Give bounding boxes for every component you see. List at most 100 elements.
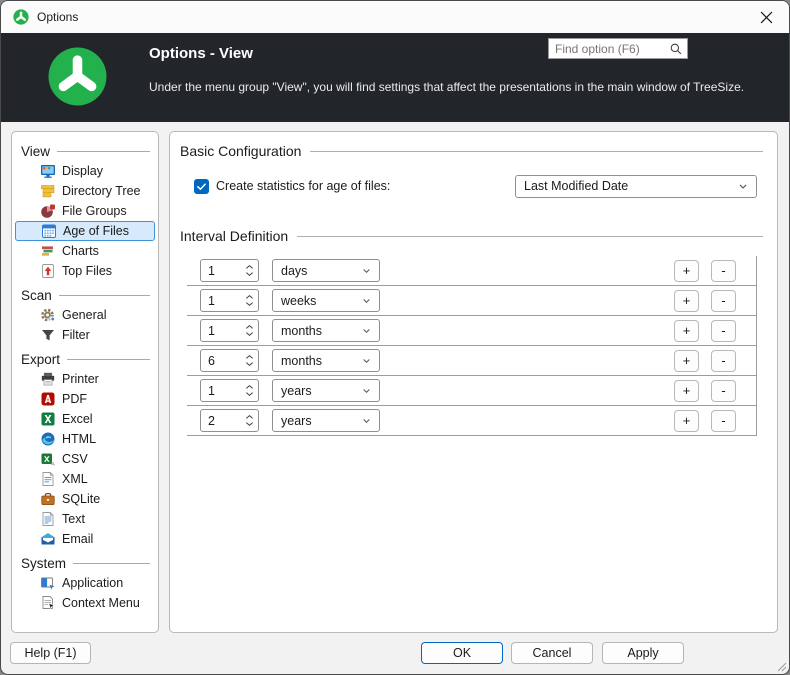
interval-row: weeks + - <box>187 286 756 316</box>
interval-unit-select[interactable]: years <box>272 409 380 432</box>
interval-value-spinner[interactable] <box>200 349 259 372</box>
create-statistics-checkbox[interactable] <box>194 179 209 194</box>
html-edge-icon <box>40 431 56 447</box>
interval-value-input[interactable] <box>201 264 235 278</box>
age-statistics-row: Create statistics for age of files: Last… <box>194 174 757 198</box>
interval-value-spinner[interactable] <box>200 319 259 342</box>
sidebar-item-file-groups[interactable]: File Groups <box>12 201 158 221</box>
text-file-icon <box>40 511 56 527</box>
add-interval-button[interactable]: + <box>674 260 699 282</box>
spinner-arrows-icon[interactable] <box>245 414 254 427</box>
interval-value-spinner[interactable] <box>200 289 259 312</box>
sidebar-item-context-menu[interactable]: Context Menu <box>12 593 158 613</box>
sidebar-item-label: Text <box>62 512 85 526</box>
sidebar-item-label: Display <box>62 164 103 178</box>
pdf-icon <box>40 391 56 407</box>
interval-row: years + - <box>187 376 756 406</box>
ok-button[interactable]: OK <box>421 642 503 664</box>
sidebar-item-filter[interactable]: Filter <box>12 325 158 345</box>
sidebar-item-label: Age of Files <box>63 224 129 238</box>
interval-value-spinner[interactable] <box>200 259 259 282</box>
page-title: Options - View <box>149 45 253 62</box>
search-icon <box>669 42 683 56</box>
sidebar-item-text[interactable]: Text <box>12 509 158 529</box>
remove-interval-button[interactable]: - <box>711 350 736 372</box>
sidebar-item-display[interactable]: Display <box>12 161 158 181</box>
interval-unit-select[interactable]: years <box>272 379 380 402</box>
apply-button[interactable]: Apply <box>602 642 684 664</box>
spinner-arrows-icon[interactable] <box>245 384 254 397</box>
interval-value-input[interactable] <box>201 354 235 368</box>
age-of-files-icon <box>41 223 57 239</box>
sidebar-item-label: Filter <box>62 328 90 342</box>
sidebar-item-pdf[interactable]: PDF <box>12 389 158 409</box>
cancel-button[interactable]: Cancel <box>511 642 593 664</box>
find-option-search[interactable] <box>548 38 688 59</box>
help-button[interactable]: Help (F1) <box>10 642 91 664</box>
sidebar-item-top-files[interactable]: Top Files <box>12 261 158 281</box>
spinner-arrows-icon[interactable] <box>245 324 254 337</box>
close-button[interactable] <box>743 1 789 33</box>
add-interval-button[interactable]: + <box>674 380 699 402</box>
add-interval-button[interactable]: + <box>674 290 699 312</box>
spinner-arrows-icon[interactable] <box>245 354 254 367</box>
context-menu-icon <box>40 595 56 611</box>
add-interval-button[interactable]: + <box>674 410 699 432</box>
sidebar-item-csv[interactable]: a, CSV <box>12 449 158 469</box>
treesize-app-icon <box>13 9 29 25</box>
application-icon <box>40 575 56 591</box>
chevron-down-icon <box>360 384 373 397</box>
sidebar-item-email[interactable]: Email <box>12 529 158 549</box>
resize-grip[interactable] <box>776 661 787 672</box>
remove-interval-button[interactable]: - <box>711 410 736 432</box>
sidebar-item-xml[interactable]: XML <box>12 469 158 489</box>
interval-value-input[interactable] <box>201 414 235 428</box>
options-dialog: Options Options - View Under the menu gr… <box>0 0 790 675</box>
file-groups-icon <box>40 203 56 219</box>
title-bar: Options <box>1 1 789 33</box>
add-interval-button[interactable]: + <box>674 350 699 372</box>
interval-row: days + - <box>187 256 756 286</box>
sidebar-item-general[interactable]: General <box>12 305 158 325</box>
remove-interval-button[interactable]: - <box>711 380 736 402</box>
sidebar-item-charts[interactable]: Charts <box>12 241 158 261</box>
interval-unit-select[interactable]: months <box>272 319 380 342</box>
sidebar-item-age-of-files[interactable]: Age of Files <box>15 221 155 241</box>
interval-value-input[interactable] <box>201 324 235 338</box>
age-basis-select[interactable]: Last Modified Date <box>515 175 757 198</box>
sidebar-item-html[interactable]: HTML <box>12 429 158 449</box>
nav-group-scan: Scan <box>12 285 158 305</box>
remove-interval-button[interactable]: - <box>711 290 736 312</box>
gear-icon <box>40 307 56 323</box>
add-interval-button[interactable]: + <box>674 320 699 342</box>
interval-unit-select[interactable]: months <box>272 349 380 372</box>
sidebar-item-label: Application <box>62 576 123 590</box>
sidebar-item-sqlite[interactable]: SQLite <box>12 489 158 509</box>
remove-interval-button[interactable]: - <box>711 260 736 282</box>
interval-value-spinner[interactable] <box>200 409 259 432</box>
sidebar-item-label: CSV <box>62 452 88 466</box>
chevron-down-icon <box>360 264 373 277</box>
interval-unit-select[interactable]: weeks <box>272 289 380 312</box>
spinner-arrows-icon[interactable] <box>245 264 254 277</box>
search-input[interactable] <box>549 42 669 56</box>
sidebar-item-excel[interactable]: Excel <box>12 409 158 429</box>
sidebar-item-directory-tree[interactable]: Directory Tree <box>12 181 158 201</box>
sidebar-item-application[interactable]: Application <box>12 573 158 593</box>
top-files-icon <box>40 263 56 279</box>
sidebar-item-printer[interactable]: Printer <box>12 369 158 389</box>
nav-group-export: Export <box>12 349 158 369</box>
combo-value: weeks <box>281 294 360 308</box>
sidebar-item-label: XML <box>62 472 88 486</box>
page-description: Under the menu group "View", you will fi… <box>149 80 744 94</box>
interval-value-input[interactable] <box>201 294 235 308</box>
remove-interval-button[interactable]: - <box>711 320 736 342</box>
interval-row: years + - <box>187 406 756 436</box>
interval-unit-select[interactable]: days <box>272 259 380 282</box>
csv-icon: a, <box>40 451 56 467</box>
settings-nav-sidebar: View Display Directory Tree File Groups <box>11 131 159 633</box>
basic-configuration-header: Basic Configuration <box>180 142 765 160</box>
spinner-arrows-icon[interactable] <box>245 294 254 307</box>
interval-value-input[interactable] <box>201 384 235 398</box>
interval-value-spinner[interactable] <box>200 379 259 402</box>
